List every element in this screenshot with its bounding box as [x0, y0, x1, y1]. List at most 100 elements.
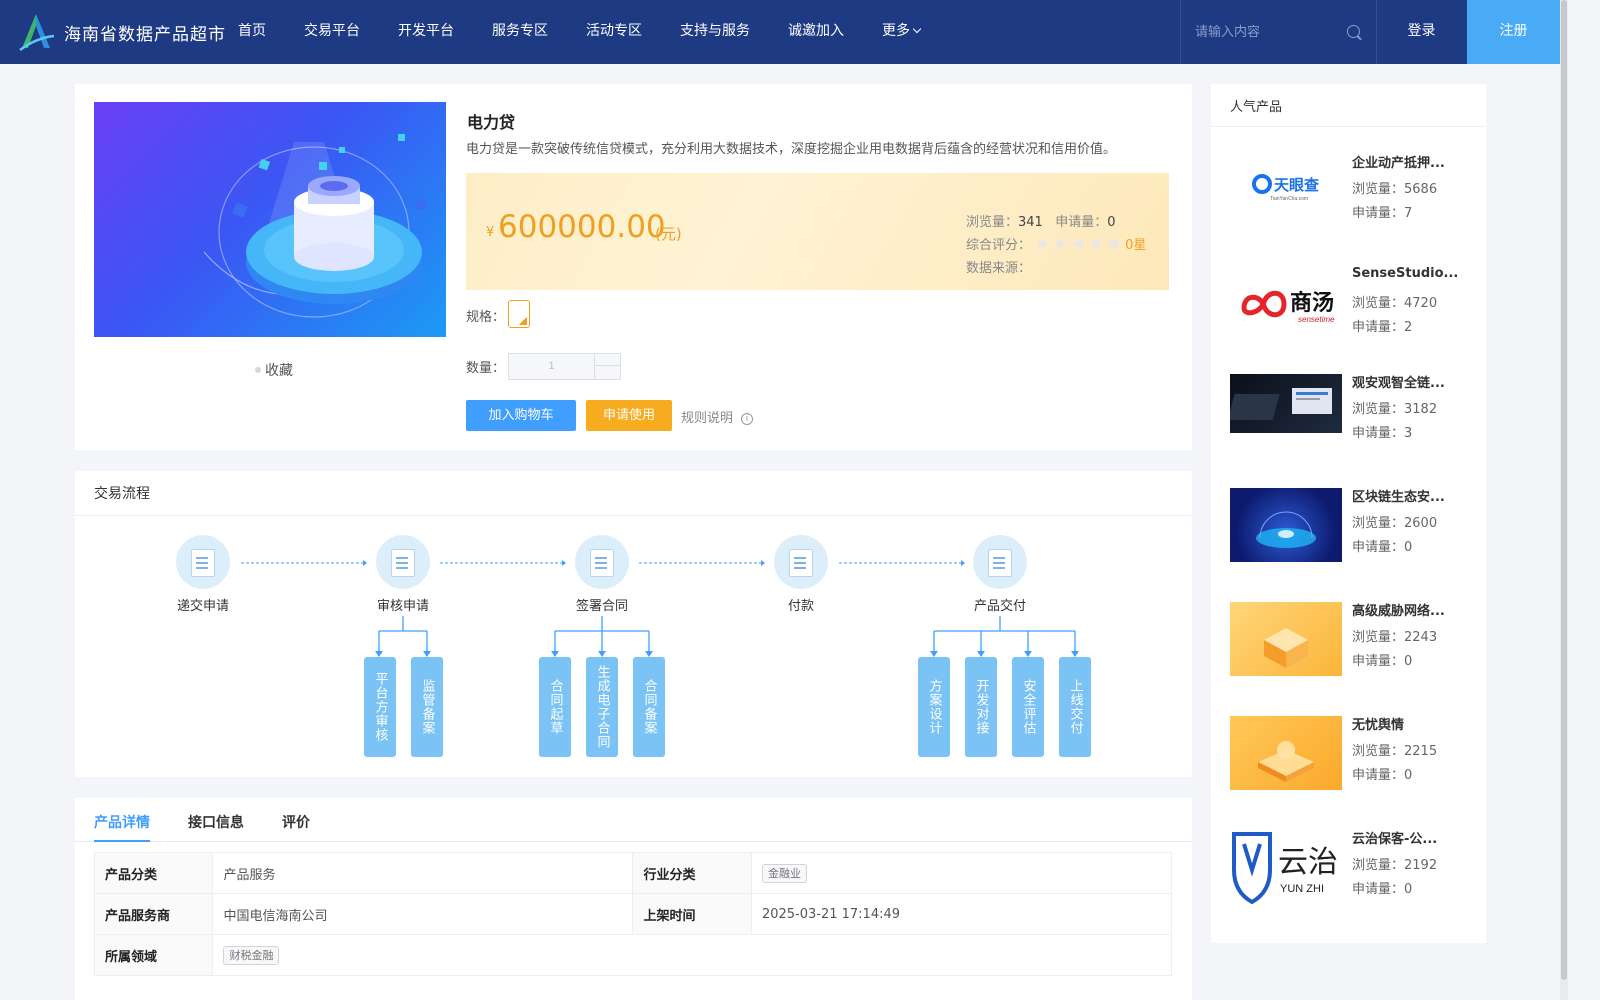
- star-icon: [1089, 237, 1104, 250]
- substep-label: 方案设计: [926, 679, 942, 735]
- industry-cell: 金融业: [750, 852, 1173, 894]
- popular-item-views: 浏览量：5686: [1352, 178, 1437, 197]
- logo-text: 云治: [1278, 846, 1338, 879]
- listed-value: 2025-03-21 17:14:49: [750, 893, 1173, 935]
- search-input[interactable]: [1195, 20, 1343, 44]
- info-icon: i: [741, 413, 754, 425]
- step-review: 审核申请: [358, 535, 448, 614]
- sensetime-logo-icon: 商汤 sensetime: [1241, 290, 1335, 324]
- nav-dev[interactable]: 开发平台: [398, 0, 454, 64]
- substep-label: 平台方审核: [372, 672, 388, 742]
- favorite-button[interactable]: 收藏: [255, 360, 293, 380]
- views-value: 2600: [1404, 516, 1438, 531]
- nav-events[interactable]: 活动专区: [586, 0, 642, 64]
- site-logo[interactable]: 海南省数据产品超市: [18, 12, 226, 52]
- popular-item[interactable]: 区块链生态安... 浏览量：2600 申请量：0: [1230, 488, 1470, 578]
- views-label: 浏览量：: [1352, 296, 1405, 311]
- nav-trading[interactable]: 交易平台: [304, 0, 360, 64]
- popular-item-name: 高级威胁网络...: [1352, 604, 1445, 619]
- popular-item-views: 浏览量：4720: [1352, 292, 1437, 311]
- product-image: [94, 102, 446, 337]
- apply-button[interactable]: 申请使用: [586, 400, 672, 431]
- add-to-cart-button[interactable]: 加入购物车: [466, 400, 576, 431]
- product-card: 收藏 电力贷 电力贷是一款突破传统信贷模式，充分利用大数据技术，深度挖掘企业用电…: [75, 84, 1192, 450]
- register-button[interactable]: 注册: [1467, 0, 1560, 64]
- views-value: 2215: [1404, 744, 1438, 759]
- category-value: 产品服务: [212, 852, 634, 894]
- contract-icon: [575, 535, 629, 589]
- table-row: 产品服务商 中国电信海南公司 上架时间 2025-03-21 17:14:49: [93, 893, 1173, 935]
- currency-symbol: ¥: [486, 225, 495, 240]
- step-payment: 付款: [756, 535, 846, 614]
- popular-item-name: 无忧舆情: [1352, 718, 1405, 733]
- chevron-down-icon: [912, 24, 922, 34]
- nav-more[interactable]: 更多: [882, 0, 922, 64]
- nav-services[interactable]: 服务专区: [492, 0, 548, 64]
- stats-row-views: 浏览量：341 申请量：0: [966, 211, 1146, 234]
- search-icon[interactable]: [1347, 25, 1360, 38]
- product-thumbnail: [1230, 374, 1342, 433]
- step-label: 审核申请: [376, 599, 429, 614]
- yunzhi-logo: 云治 YUN ZHI: [1230, 830, 1342, 904]
- rules-link[interactable]: 规则说明 i: [681, 407, 754, 426]
- star-icon: [1035, 237, 1050, 250]
- logo-text: 商汤: [1290, 290, 1334, 315]
- popular-title: 人气产品: [1230, 100, 1283, 115]
- domain-label: 所属领域: [93, 934, 214, 976]
- tab-product-details[interactable]: 产品详情: [94, 812, 150, 832]
- step-delivery: 产品交付: [955, 535, 1045, 614]
- popular-item[interactable]: 观安观智全链... 浏览量：3182 申请量：3: [1230, 374, 1470, 464]
- substep-contract-draft: 合同起草: [539, 657, 571, 757]
- product-thumbnail: [1230, 488, 1342, 562]
- details-table: 产品分类 产品服务 行业分类 金融业 产品服务商 中国电信海南公司 上架时间 2…: [93, 852, 1173, 976]
- apps-label: 申请量：: [1352, 654, 1405, 669]
- popular-item[interactable]: 天眼查 TianYanCha.com 企业动产抵押... 浏览量：5686 申请…: [1230, 154, 1470, 244]
- rating-value: 0星: [1125, 238, 1147, 253]
- views-value: 2192: [1404, 858, 1438, 873]
- product-thumbnail: [1230, 716, 1342, 790]
- popular-item-apps: 申请量：3: [1352, 422, 1412, 441]
- nav-support[interactable]: 支持与服务: [680, 0, 750, 64]
- popular-item-name: 云治保客-公...: [1352, 832, 1438, 847]
- popular-item-apps: 申请量：2: [1352, 316, 1412, 335]
- logo-sub: YUN ZHI: [1280, 883, 1324, 895]
- popular-item[interactable]: 高级威胁网络... 浏览量：2243 申请量：0: [1230, 602, 1470, 692]
- page-scrollbar-thumb[interactable]: [1561, 0, 1567, 980]
- views-label: 浏览量：: [966, 215, 1019, 230]
- step-submit: 递交申请: [158, 535, 248, 614]
- quantity-input[interactable]: 1: [509, 354, 594, 379]
- spec-option[interactable]: [508, 300, 530, 328]
- quantity-increase-button[interactable]: [594, 354, 621, 366]
- popular-item[interactable]: 无忧舆情 浏览量：2215 申请量：0: [1230, 716, 1470, 806]
- apps-value: 7: [1404, 206, 1413, 221]
- active-tab-indicator: [94, 840, 150, 842]
- quantity-decrease-button[interactable]: [594, 366, 621, 379]
- listed-label: 上架时间: [632, 893, 752, 935]
- step-label: 付款: [787, 599, 814, 614]
- tab-api-info[interactable]: 接口信息: [188, 812, 244, 832]
- blockchain-illustration: [1256, 511, 1316, 548]
- product-description: 电力贷是一款突破传统信贷模式，充分利用大数据技术，深度挖掘企业用电数据背后蕴含的…: [466, 142, 1117, 157]
- product-title: 电力贷: [467, 113, 516, 132]
- substep-e-contract: 生成电子合同: [586, 657, 618, 757]
- star-icon: [1053, 237, 1068, 250]
- quantity-label: 数量：: [466, 361, 506, 376]
- views-label: 浏览量：: [1352, 402, 1405, 417]
- nav-join[interactable]: 诚邀加入: [788, 0, 844, 64]
- domain-cell: 财税金融: [212, 934, 1172, 976]
- stats-row-source: 数据来源：: [966, 257, 1146, 280]
- nav-home[interactable]: 首页: [238, 0, 266, 64]
- process-card: 交易流程 递交申请 审核申请 签署合同 付款 产品交付 平台方审核 监管备案 合…: [75, 471, 1192, 777]
- login-button[interactable]: 登录: [1376, 0, 1466, 64]
- popular-item[interactable]: 云治 YUN ZHI 云治保客-公... 浏览量：2192 申请量：0: [1230, 830, 1470, 920]
- popular-item-name: 区块链生态安...: [1352, 490, 1445, 505]
- stats-row-rating: 综合评分： 0星: [966, 234, 1146, 257]
- rules-label: 规则说明: [681, 411, 734, 426]
- substep-platform-review: 平台方审核: [364, 657, 396, 757]
- tianyancha-logo-icon: 天眼查 TianYanCha.com: [1252, 174, 1320, 202]
- yunzhi-logo-icon: 云治 YUN ZHI: [1232, 832, 1338, 904]
- tab-reviews[interactable]: 评价: [282, 812, 310, 832]
- popular-item[interactable]: 商汤 sensetime SenseStudio... 浏览量：4720 申请量…: [1230, 266, 1470, 358]
- apps-value: 0: [1107, 215, 1116, 230]
- logo-text: 天眼查: [1274, 176, 1320, 194]
